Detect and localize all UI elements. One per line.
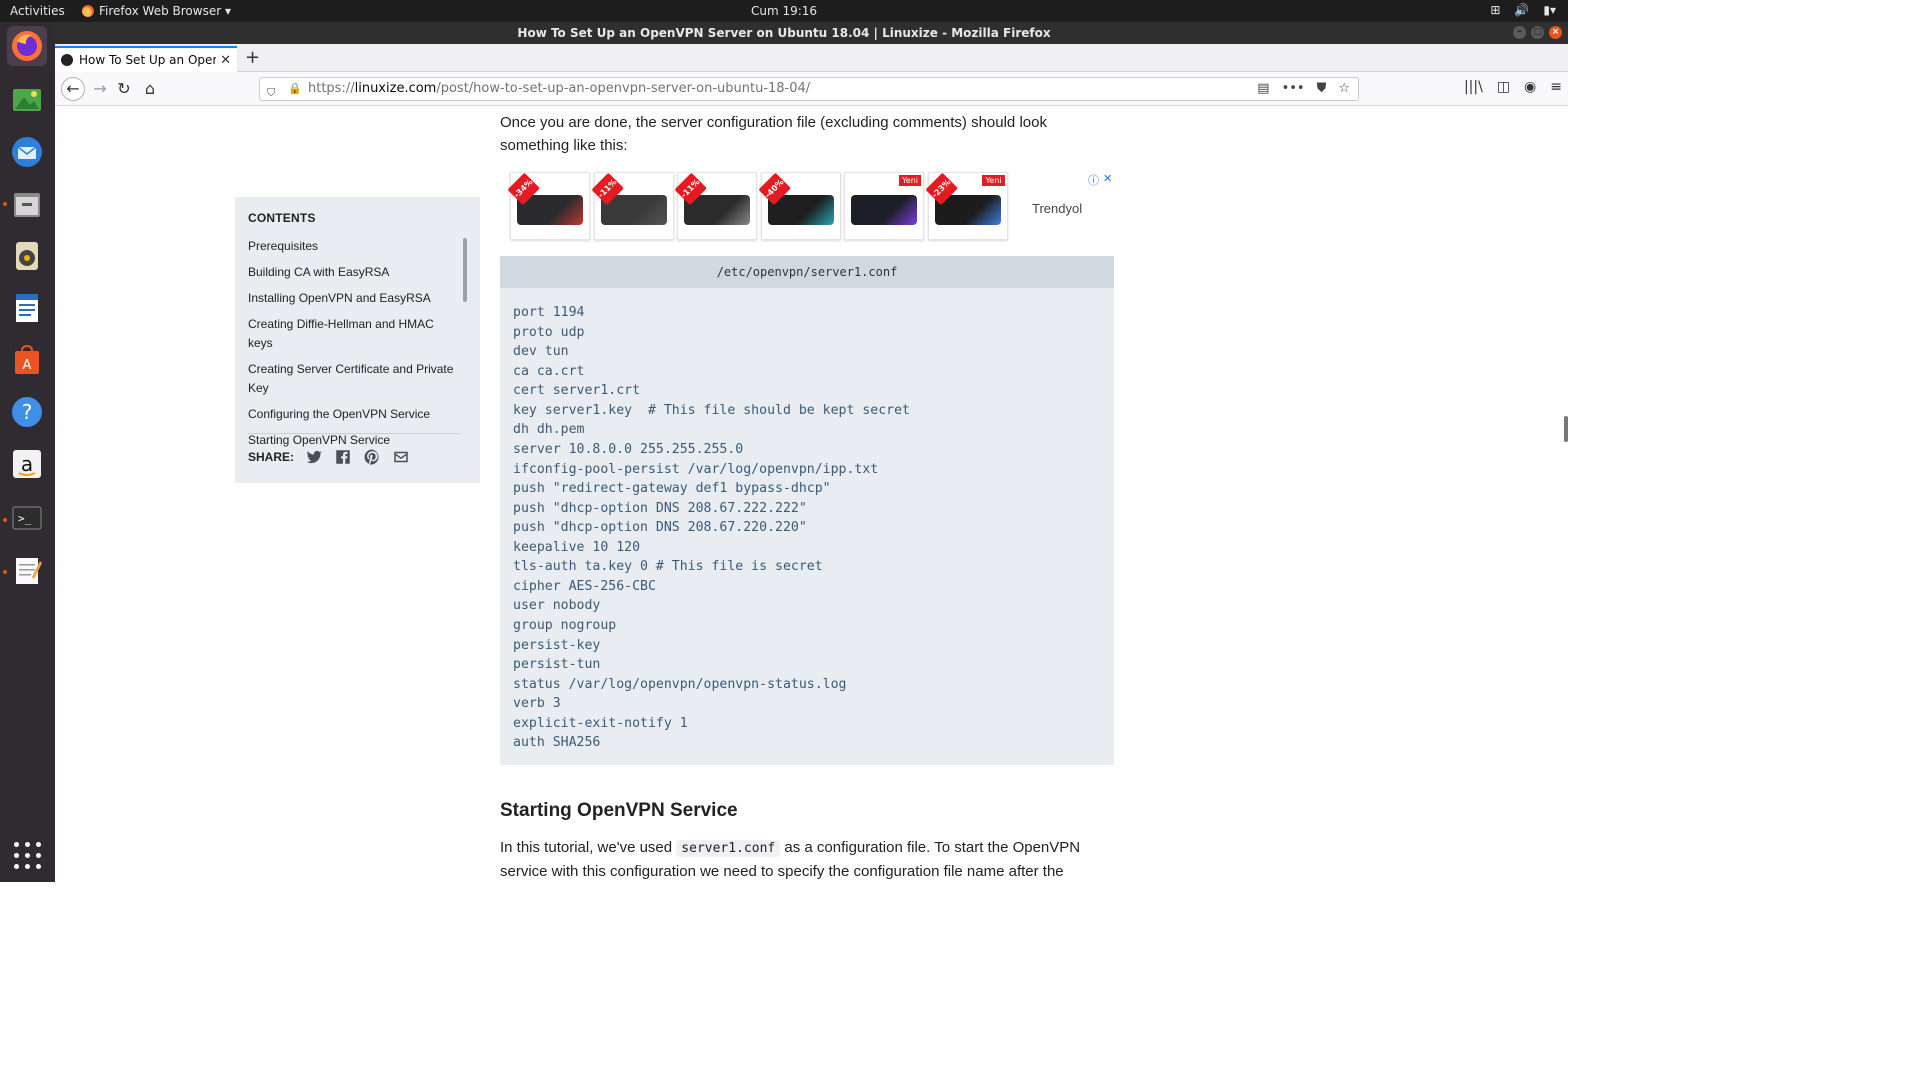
forward-button[interactable]: → <box>89 78 111 100</box>
facebook-icon[interactable] <box>334 448 352 466</box>
system-top-bar: Activities Firefox Web Browser ▾ Cum 19:… <box>0 0 1568 22</box>
ad-product-4[interactable]: -40% <box>757 172 841 240</box>
home-button[interactable]: ⌂ <box>139 78 161 100</box>
tab-strip: How To Set Up an OpenVPN ✕ + <box>55 44 1568 72</box>
toc-item-prerequisites[interactable]: Prerequisites <box>248 237 458 256</box>
svg-text:?: ? <box>22 400 33 424</box>
ad-close-icon[interactable]: ✕ <box>1103 172 1112 188</box>
twitter-icon[interactable] <box>305 448 323 466</box>
ad-product-5[interactable]: Yeni <box>844 172 924 240</box>
toc-item-configuring-service[interactable]: Configuring the OpenVPN Service <box>248 405 458 424</box>
library-icon[interactable]: |||\ <box>1464 79 1483 95</box>
firefox-icon[interactable] <box>7 26 47 66</box>
minimize-button[interactable]: – <box>1513 26 1526 39</box>
toc-item-diffie-hellman[interactable]: Creating Diffie-Hellman and HMAC keys <box>248 315 458 353</box>
code-content: port 1194 proto udp dev tun ca ca.crt ce… <box>513 305 910 751</box>
toc-item-installing-openvpn[interactable]: Installing OpenVPN and EasyRSA <box>248 289 458 308</box>
sidebar-icon[interactable]: ◫ <box>1497 79 1510 95</box>
code-block: /etc/openvpn/server1.conf port 1194 prot… <box>500 256 1114 765</box>
url-prefix: https:// <box>308 81 355 96</box>
new-tab-icon[interactable]: + <box>245 47 260 68</box>
account-icon[interactable]: ◉ <box>1524 79 1536 95</box>
maximize-button[interactable]: □ <box>1531 26 1544 39</box>
help-icon[interactable]: ? <box>7 392 47 432</box>
lock-icon[interactable]: 🔒 <box>288 78 302 100</box>
url-domain: linuxize.com <box>354 81 437 96</box>
volume-icon[interactable]: 🔊 <box>1514 3 1529 17</box>
url-bar[interactable]: ⛉ 🔒 https://linuxize.com/post/how-to-set… <box>259 77 1359 101</box>
new-badge: Yeni <box>982 175 1005 186</box>
reader-view-icon[interactable]: ▤ <box>1257 78 1269 100</box>
back-button[interactable]: ← <box>61 77 85 101</box>
navigation-bar: ← → ↻ ⌂ ⛉ 🔒 https://linuxize.com/post/ho… <box>55 72 1568 106</box>
toc-scrollbar[interactable] <box>463 238 467 302</box>
ubuntu-software-icon[interactable]: A <box>7 340 47 380</box>
menu-icon[interactable]: ≡ <box>1550 79 1562 95</box>
window-title-bar: How To Set Up an OpenVPN Server on Ubunt… <box>0 22 1568 44</box>
toc-heading: CONTENTS <box>248 211 316 225</box>
linuxize-favicon-icon <box>61 54 73 66</box>
amazon-icon[interactable]: a <box>7 444 47 484</box>
close-tab-icon[interactable]: ✕ <box>220 53 231 68</box>
pocket-icon[interactable]: ⛊ <box>1317 78 1327 100</box>
ad-product-3[interactable]: -11% <box>674 172 757 240</box>
clock[interactable]: Cum 19:16 <box>751 4 817 18</box>
toc-item-server-certificate[interactable]: Creating Server Certificate and Private … <box>248 360 458 398</box>
text-editor-icon[interactable] <box>7 550 47 590</box>
terminal-icon[interactable]: >_ <box>7 498 47 538</box>
url-path: /post/how-to-set-up-an-openvpn-server-on… <box>436 81 811 96</box>
rhythmbox-icon[interactable] <box>7 236 47 276</box>
page-actions-icon[interactable]: ••• <box>1282 78 1305 100</box>
pinterest-icon[interactable] <box>363 448 381 466</box>
toc-divider <box>248 433 461 434</box>
body-text-start: In this tutorial, we've used <box>500 839 677 856</box>
email-icon[interactable] <box>392 448 410 466</box>
reload-button[interactable]: ↻ <box>113 78 135 100</box>
close-window-button[interactable]: × <box>1549 26 1562 39</box>
tab-title: How To Set Up an OpenVPN <box>79 53 216 67</box>
ad-product-6[interactable]: -23% Yeni <box>924 172 1008 240</box>
libreoffice-writer-icon[interactable] <box>7 288 47 328</box>
toc-item-building-ca[interactable]: Building CA with EasyRSA <box>248 263 458 282</box>
bookmark-star-icon[interactable]: ☆ <box>1338 78 1350 100</box>
intro-paragraph: Once you are done, the server configurat… <box>500 114 1047 154</box>
network-icon[interactable]: ⊞ <box>1490 3 1500 17</box>
inline-code-config: server1.conf <box>676 840 781 857</box>
window-title: How To Set Up an OpenVPN Server on Ubunt… <box>517 26 1051 40</box>
table-of-contents: CONTENTS Prerequisites Building CA with … <box>235 197 480 483</box>
thunderbird-icon[interactable] <box>7 132 47 172</box>
code-filename: /etc/openvpn/server1.conf <box>500 256 1114 288</box>
photos-icon[interactable] <box>7 80 47 120</box>
share-label: SHARE: <box>248 450 295 464</box>
dock: A ? a >_ <box>0 22 55 882</box>
tab-active[interactable]: How To Set Up an OpenVPN ✕ <box>55 46 237 72</box>
ad-brand[interactable]: Trendyol <box>1032 201 1082 216</box>
files-icon[interactable] <box>7 184 47 224</box>
page-content: Once you are done, the server configurat… <box>55 106 1568 882</box>
share-bar: SHARE: <box>248 448 410 466</box>
battery-icon[interactable]: ▮▾ <box>1543 3 1556 17</box>
svg-text:a: a <box>21 452 33 476</box>
page-scrollbar[interactable] <box>1564 416 1568 442</box>
new-badge: Yeni <box>898 175 921 186</box>
show-applications-icon[interactable] <box>14 842 42 870</box>
tracking-protection-icon[interactable]: ⛉ <box>267 82 275 104</box>
svg-text:A: A <box>23 358 32 373</box>
ad-info-icon[interactable]: ⓘ <box>1088 172 1099 188</box>
ad-product-1[interactable]: -34% <box>507 172 590 240</box>
body-paragraph: In this tutorial, we've used server1.con… <box>500 836 1120 882</box>
ad-product-2[interactable]: -11% <box>590 172 674 240</box>
system-tray[interactable]: ⊞ 🔊 ▮▾ <box>1490 3 1556 17</box>
section-heading: Starting OpenVPN Service <box>500 800 738 821</box>
ad-product-image <box>851 195 917 225</box>
advertisement[interactable]: -34% -11% -11% -40% Yeni -23% Yeni Trendyol ⓘ … <box>507 172 1112 242</box>
svg-text:>_: >_ <box>18 512 32 525</box>
